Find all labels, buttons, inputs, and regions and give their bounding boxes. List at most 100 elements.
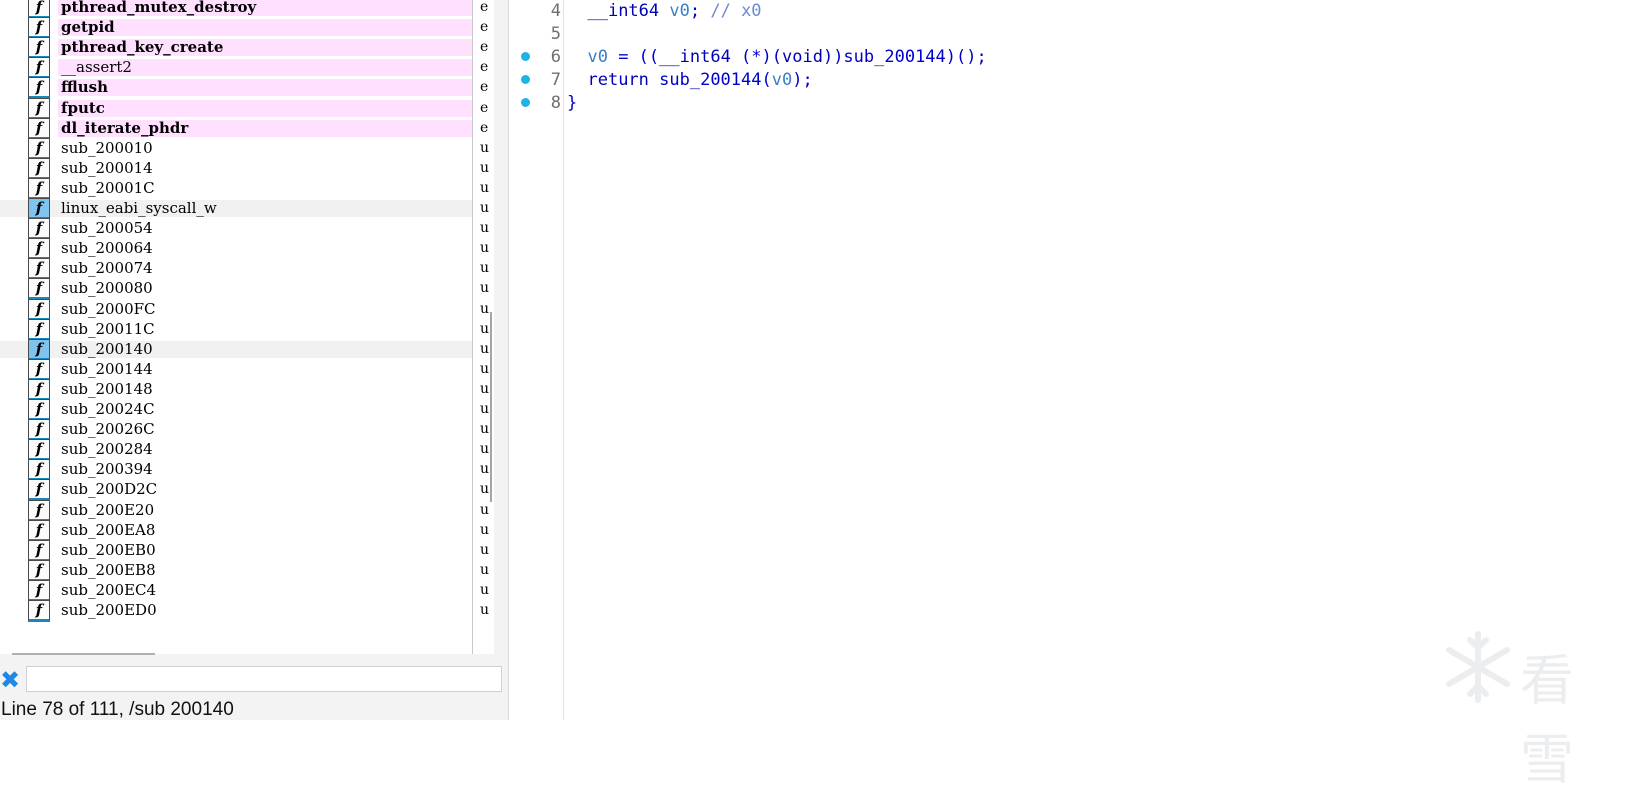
function-row[interactable]: f sub_200014 u <box>0 157 494 180</box>
breakpoint-dot-icon[interactable] <box>521 52 530 61</box>
watermark-text: 看雪 <box>1520 649 1578 791</box>
line-number: 4 <box>550 1 561 21</box>
breakpoint-dot-icon[interactable] <box>521 75 530 84</box>
function-icon: f <box>28 17 50 40</box>
function-name: sub_20024C <box>61 400 155 418</box>
function-row[interactable]: f dl_iterate_phdr e <box>0 117 494 140</box>
breakpoint-dot-icon[interactable] <box>521 98 530 107</box>
function-icon: f <box>28 600 50 622</box>
function-name: sub_20026C <box>61 420 155 439</box>
function-name: sub_200080 <box>61 279 153 298</box>
function-icon: f <box>28 258 50 281</box>
code-text[interactable]: v0 = ((__int64 (*)(void))sub_200144)(); <box>567 45 986 69</box>
function-name: pthread_mutex_destroy <box>61 0 257 16</box>
function-icon: f <box>28 157 50 180</box>
function-row[interactable]: f sub_200064 u <box>0 238 494 261</box>
function-row[interactable]: f fflush e <box>0 77 494 100</box>
column-separator[interactable] <box>472 0 473 654</box>
function-row[interactable]: f sub_200EB0 u <box>0 539 494 562</box>
function-row[interactable]: f fputc e <box>0 97 494 120</box>
line-number: 8 <box>550 93 561 113</box>
segment-cell: u <box>480 421 490 438</box>
function-icon: f <box>28 378 50 401</box>
function-icon: f <box>28 77 50 100</box>
function-row[interactable]: f sub_20024C u <box>0 399 494 421</box>
list-scrollbar[interactable] <box>490 312 492 502</box>
function-icon: f <box>28 519 50 542</box>
function-row[interactable]: f sub_20026C u <box>0 419 494 442</box>
function-row[interactable]: f sub_200EA8 u <box>0 519 494 542</box>
function-row[interactable]: f sub_200074 u <box>0 258 494 281</box>
functions-list[interactable]: f pthread_mutex_destroy e f getpid e f pthread_… <box>0 0 494 654</box>
function-icon: f <box>28 439 50 462</box>
code-line[interactable]: 6 v0 = ((__int64 (*)(void))sub_200144)()… <box>509 45 1609 69</box>
segment-cell: u <box>480 481 490 498</box>
segment-cell: e <box>480 59 489 76</box>
function-row[interactable]: f sub_200010 u <box>0 137 494 160</box>
function-row[interactable]: f pthread_key_create e <box>0 37 494 60</box>
function-name: sub_200ED0 <box>61 601 157 619</box>
function-row[interactable]: f sub_200284 u <box>0 439 494 462</box>
code-line[interactable]: 5 <box>509 22 1609 46</box>
segment-cell: e <box>480 119 489 136</box>
function-row[interactable]: f sub_200EB8 u <box>0 559 494 582</box>
function-row[interactable]: f sub_200144 u <box>0 358 494 381</box>
segment-cell: e <box>480 79 489 96</box>
filter-input[interactable] <box>26 666 502 692</box>
code-text[interactable]: return sub_200144(v0); <box>567 68 812 92</box>
segment-cell: u <box>480 179 490 196</box>
function-row[interactable]: f sub_200054 u <box>0 218 494 241</box>
horizontal-scrollbar[interactable] <box>12 653 155 655</box>
function-row[interactable]: f __assert2 e <box>0 57 494 80</box>
function-name: sub_200014 <box>61 158 153 177</box>
function-row[interactable]: f sub_200ED0 u <box>0 600 494 622</box>
function-name: sub_20001C <box>61 178 155 197</box>
segment-cell: u <box>480 541 490 558</box>
function-name: sub_200064 <box>61 239 153 258</box>
code-line[interactable]: 7 return sub_200144(v0); <box>509 68 1609 92</box>
watermark: 看雪 <box>1438 628 1628 791</box>
function-row[interactable]: f sub_200080 u <box>0 278 494 301</box>
segment-cell: u <box>480 380 490 397</box>
code-text[interactable]: __int64 v0; // x0 <box>567 0 761 23</box>
function-row[interactable]: f getpid e <box>0 17 494 40</box>
segment-cell: u <box>480 602 490 618</box>
function-icon: f <box>28 559 50 582</box>
library-highlight <box>58 99 472 117</box>
function-row[interactable]: f sub_200D2C u <box>0 479 494 502</box>
function-name: dl_iterate_phdr <box>61 118 189 137</box>
code-line[interactable]: 8} <box>509 91 1609 115</box>
segment-cell: u <box>480 220 490 237</box>
function-row[interactable]: f sub_20011C u <box>0 318 494 341</box>
close-filter-icon[interactable]: ✖ <box>0 668 20 692</box>
function-icon: f <box>28 419 50 442</box>
function-name: sub_200E20 <box>61 500 155 519</box>
function-row[interactable]: f sub_200148 u <box>0 378 494 401</box>
function-row[interactable]: f sub_2000FC u <box>0 298 494 321</box>
function-row[interactable]: f sub_20001C u <box>0 177 494 200</box>
segment-cell: u <box>480 461 490 478</box>
function-row[interactable]: f sub_200EC4 u <box>0 579 494 602</box>
function-row[interactable]: f sub_200E20 u <box>0 499 494 522</box>
snowflake-icon <box>1446 631 1510 703</box>
pseudocode-pane[interactable]: 4 __int64 v0; // x0 5 6 v0 = ((__int64 (*)… <box>509 0 1638 720</box>
function-row[interactable]: f sub_200394 u <box>0 459 494 482</box>
library-highlight <box>58 79 472 97</box>
function-name: sub_200394 <box>61 460 153 479</box>
function-name: sub_200148 <box>61 379 153 398</box>
code-text[interactable]: } <box>567 91 577 115</box>
segment-cell: e <box>480 0 489 15</box>
segment-cell: u <box>480 581 490 598</box>
status-line: Line 78 of 111, /sub 200140 <box>1 699 234 720</box>
function-icon: f <box>28 177 50 200</box>
code-line[interactable]: 4 __int64 v0; // x0 <box>509 0 1609 23</box>
segment-cell: u <box>480 521 490 538</box>
line-number: 7 <box>550 70 561 90</box>
function-row[interactable]: f linux_eabi_syscall_w u <box>0 198 494 220</box>
function-icon: f <box>28 338 50 361</box>
function-row[interactable]: f sub_200140 u <box>0 338 494 361</box>
function-icon: f <box>28 37 50 60</box>
function-row[interactable]: f pthread_mutex_destroy e <box>0 0 494 19</box>
function-name: sub_200010 <box>61 138 153 157</box>
function-name: sub_200284 <box>61 440 153 459</box>
